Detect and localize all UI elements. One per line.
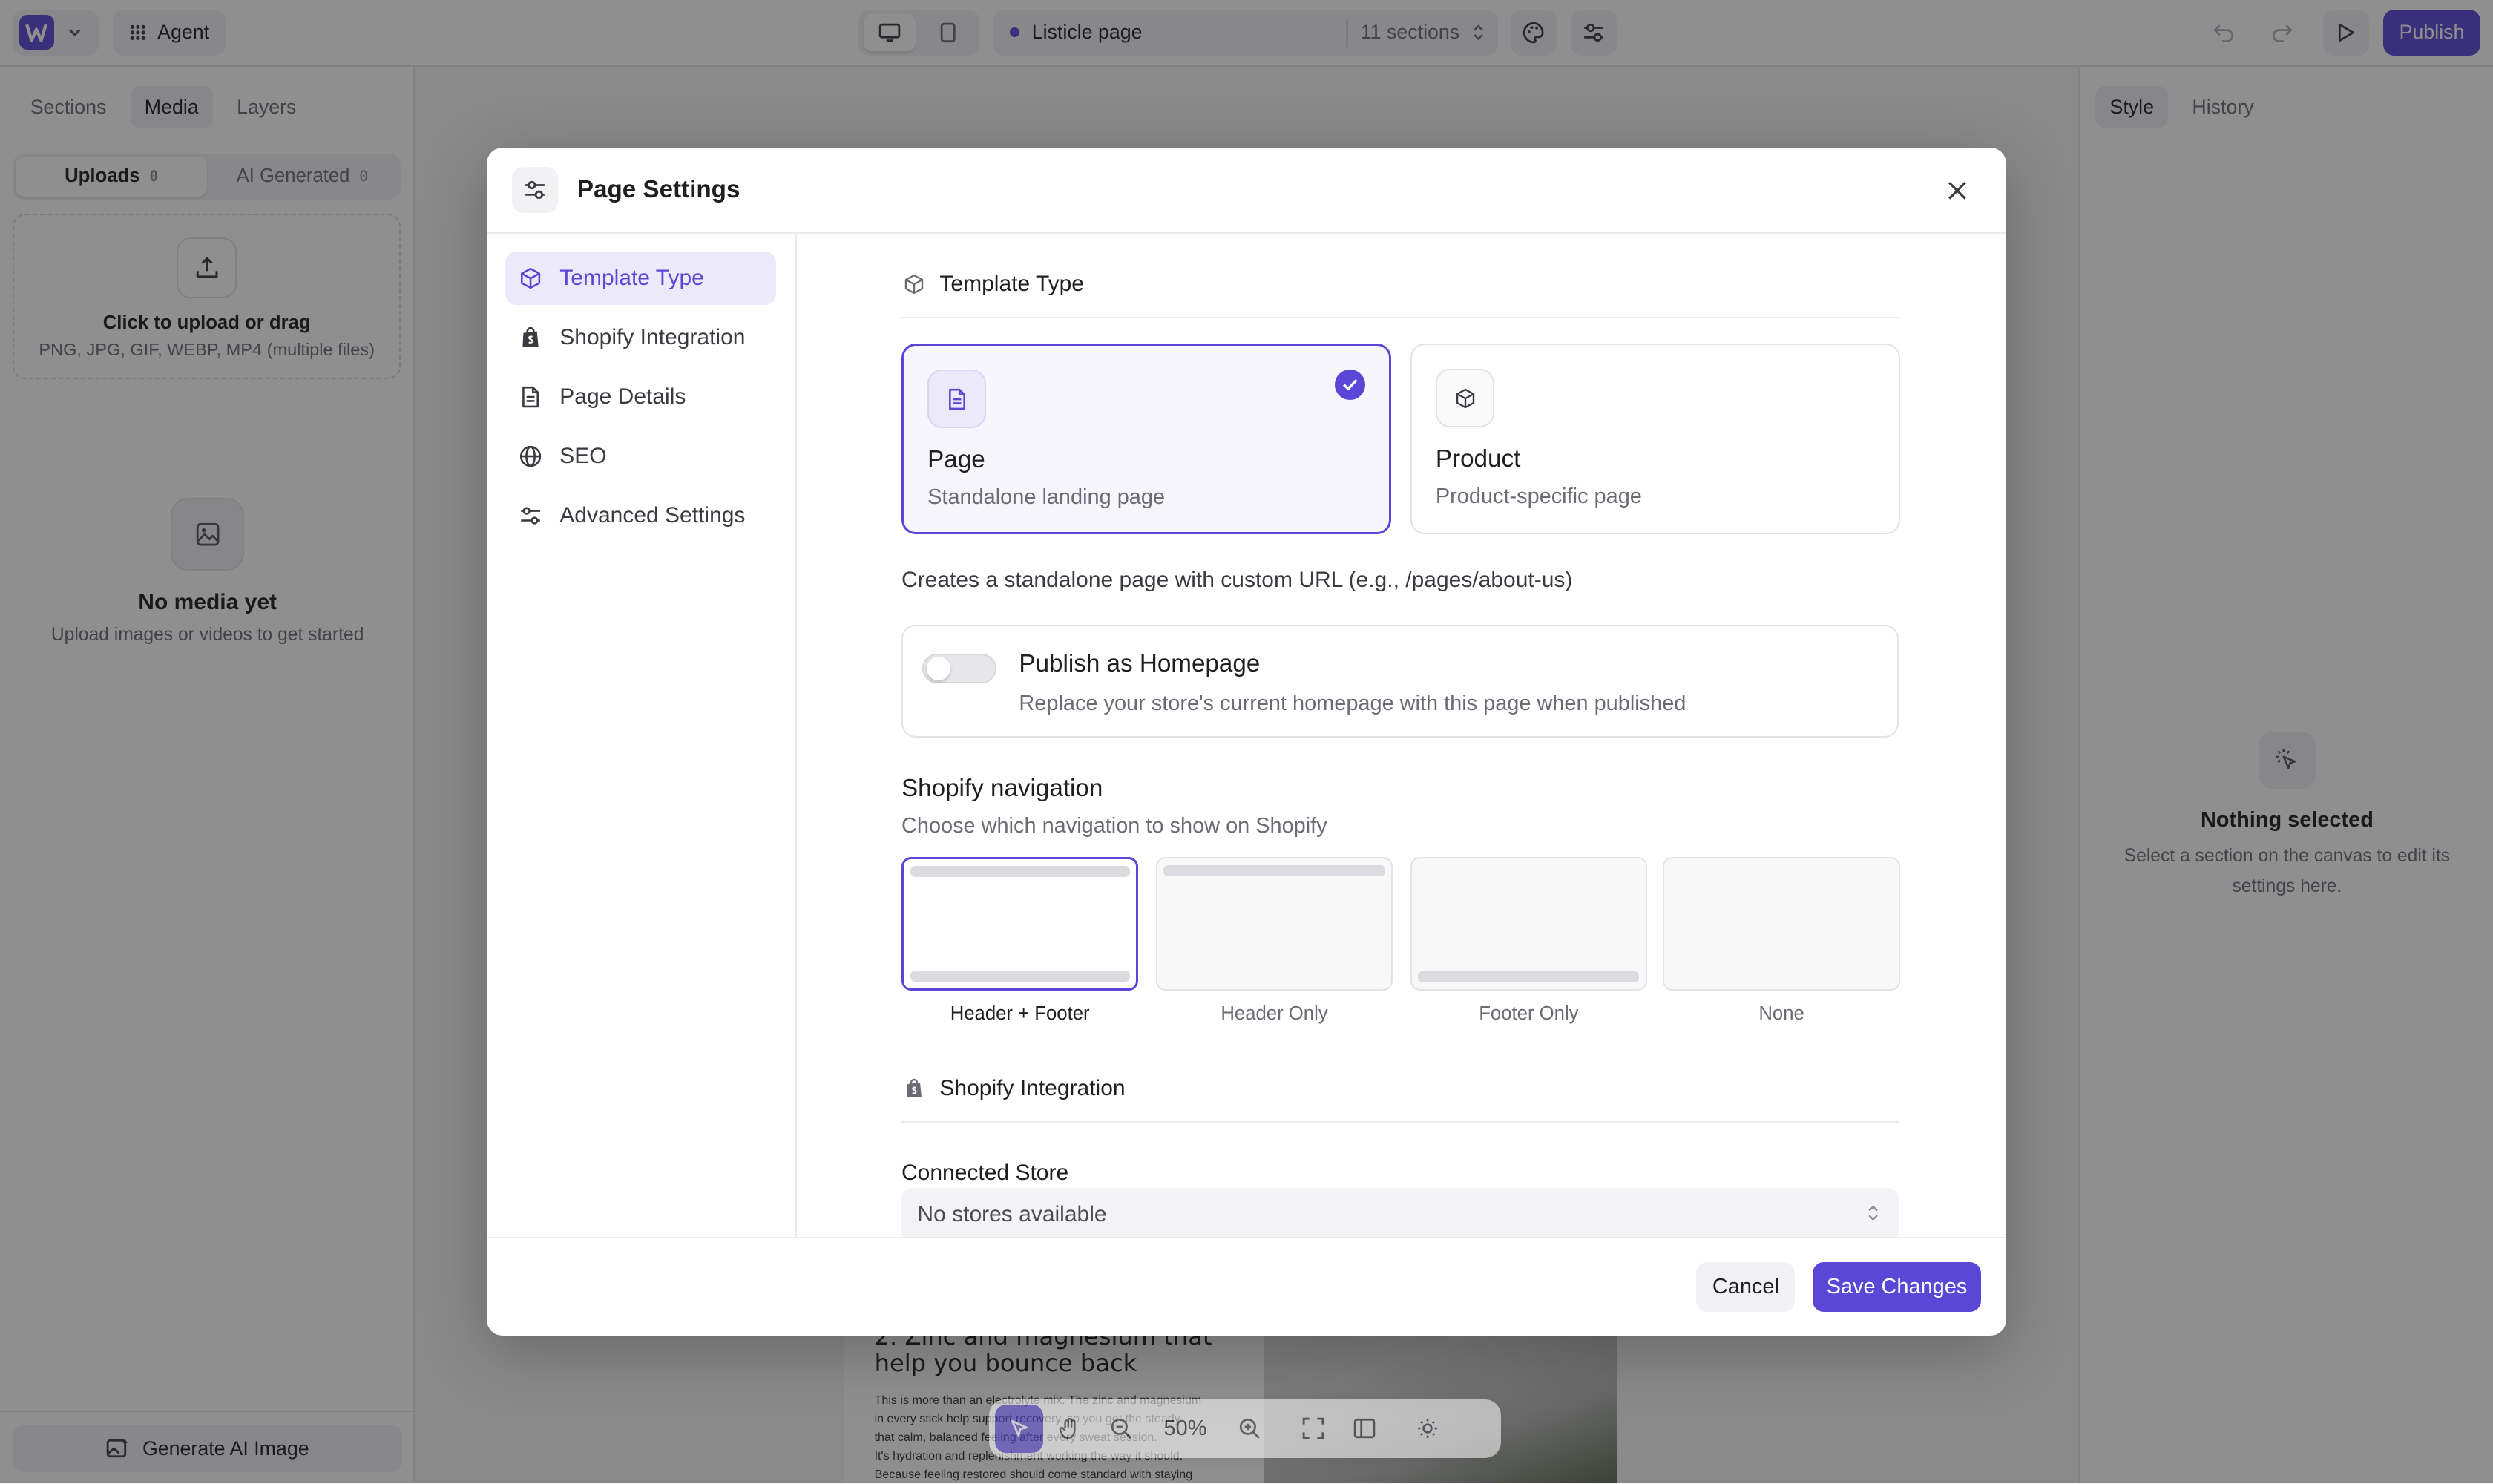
nav-shopify-integration[interactable]: Shopify Integration — [505, 310, 775, 364]
homepage-subtitle: Replace your store's current homepage wi… — [1019, 691, 1686, 715]
homepage-toggle[interactable] — [922, 653, 997, 684]
shopify-navigation-title: Shopify navigation — [901, 774, 1103, 802]
zoom-in-icon — [1240, 1419, 1261, 1439]
nav-option-label: None — [1758, 1003, 1804, 1025]
zoom-in-button[interactable] — [1226, 1405, 1273, 1452]
sun-icon — [1418, 1419, 1438, 1439]
template-option-page[interactable]: Page Standalone landing page — [901, 343, 1391, 534]
toggle-panels-button[interactable] — [1340, 1405, 1387, 1452]
modal-title: Page Settings — [577, 176, 740, 204]
template-option-product[interactable]: Product Product-specific page — [1410, 343, 1900, 534]
nav-option-label: Header Only — [1221, 1003, 1328, 1025]
fullscreen-icon — [1302, 1418, 1324, 1439]
header-bar — [1163, 864, 1385, 876]
hand-icon — [1060, 1418, 1076, 1439]
connected-store-label: Connected Store — [901, 1160, 1069, 1186]
nav-option-none[interactable] — [1663, 857, 1900, 991]
homepage-title: Publish as Homepage — [1019, 650, 1261, 678]
select-tool-button[interactable] — [995, 1405, 1043, 1453]
toggle-knob — [926, 656, 951, 680]
close-button[interactable] — [1939, 174, 1974, 209]
close-icon — [1948, 182, 1966, 200]
footer-bar — [910, 971, 1130, 982]
template-description: Creates a standalone page with custom UR… — [901, 567, 1573, 592]
zoom-out-icon — [1111, 1419, 1131, 1439]
nav-option-label: Footer Only — [1479, 1003, 1579, 1025]
publish-homepage-card: Publish as Homepage Replace your store's… — [901, 625, 1899, 738]
nav-label: Page Details — [559, 384, 686, 409]
sliders-icon — [520, 507, 540, 525]
nav-option-header-only[interactable] — [1155, 857, 1393, 991]
nav-seo[interactable]: SEO — [505, 429, 775, 483]
page-settings-modal: Page Settings Template Type Shopify Inte… — [486, 148, 2007, 1336]
nav-label: Advanced Settings — [559, 502, 746, 528]
cube-icon — [520, 267, 540, 289]
zoom-out-button[interactable] — [1097, 1405, 1145, 1452]
nav-label: SEO — [559, 443, 607, 468]
hand-tool-button[interactable] — [1046, 1405, 1094, 1452]
zoom-level[interactable]: 50% — [1148, 1416, 1223, 1441]
modal-footer: Cancel Save Changes — [486, 1237, 2007, 1336]
nav-option-header-footer[interactable] — [901, 857, 1139, 991]
section-title: Template Type — [939, 271, 1084, 296]
nav-template-type[interactable]: Template Type — [505, 251, 776, 306]
template-option-subtitle: Standalone landing page — [927, 485, 1166, 510]
settings-content: Template Type Page Standalone landing pa… — [797, 234, 2007, 1238]
header-bar — [910, 865, 1130, 877]
chevron-updown-icon — [1868, 1205, 1878, 1221]
template-option-subtitle: Product-specific page — [1435, 485, 1642, 509]
shopify-bag-icon — [522, 326, 539, 347]
connected-store-value: No stores available — [917, 1202, 1107, 1227]
cube-icon — [904, 274, 924, 294]
globe-icon — [519, 445, 541, 467]
modal-header: Page Settings — [486, 148, 2007, 234]
shopify-navigation-subtitle: Choose which navigation to show on Shopi… — [901, 814, 1327, 838]
nav-page-details[interactable]: Page Details — [505, 370, 775, 424]
selected-check-icon — [1335, 369, 1365, 400]
shopify-bag-icon — [907, 1078, 922, 1097]
save-changes-button[interactable]: Save Changes — [1812, 1262, 1982, 1312]
template-type-header: Template Type — [901, 252, 1899, 318]
nav-label: Template Type — [559, 265, 704, 290]
document-icon — [927, 369, 987, 429]
nav-option-label: Header + Footer — [950, 1003, 1090, 1025]
sliders-icon — [512, 167, 559, 214]
cancel-button[interactable]: Cancel — [1696, 1262, 1796, 1312]
template-option-title: Product — [1435, 444, 1521, 473]
nav-option-footer-only[interactable] — [1410, 857, 1648, 991]
nav-advanced-settings[interactable]: Advanced Settings — [505, 488, 775, 542]
template-option-title: Page — [927, 445, 985, 473]
fit-screen-button[interactable] — [1290, 1405, 1337, 1452]
canvas-toolbar: 50% — [988, 1399, 1501, 1459]
pointer-icon — [1011, 1420, 1028, 1437]
panel-icon — [1353, 1419, 1375, 1439]
section-title: Shopify Integration — [939, 1075, 1126, 1100]
document-icon — [522, 386, 539, 407]
cube-icon — [1435, 368, 1495, 428]
connected-store-select[interactable]: No stores available — [901, 1187, 1899, 1238]
shopify-integration-header: Shopify Integration — [901, 1056, 1899, 1123]
footer-bar — [1418, 971, 1640, 983]
settings-nav: Template Type Shopify Integration Page D… — [487, 233, 797, 1238]
nav-label: Shopify Integration — [559, 324, 746, 349]
brightness-button[interactable] — [1404, 1405, 1451, 1452]
